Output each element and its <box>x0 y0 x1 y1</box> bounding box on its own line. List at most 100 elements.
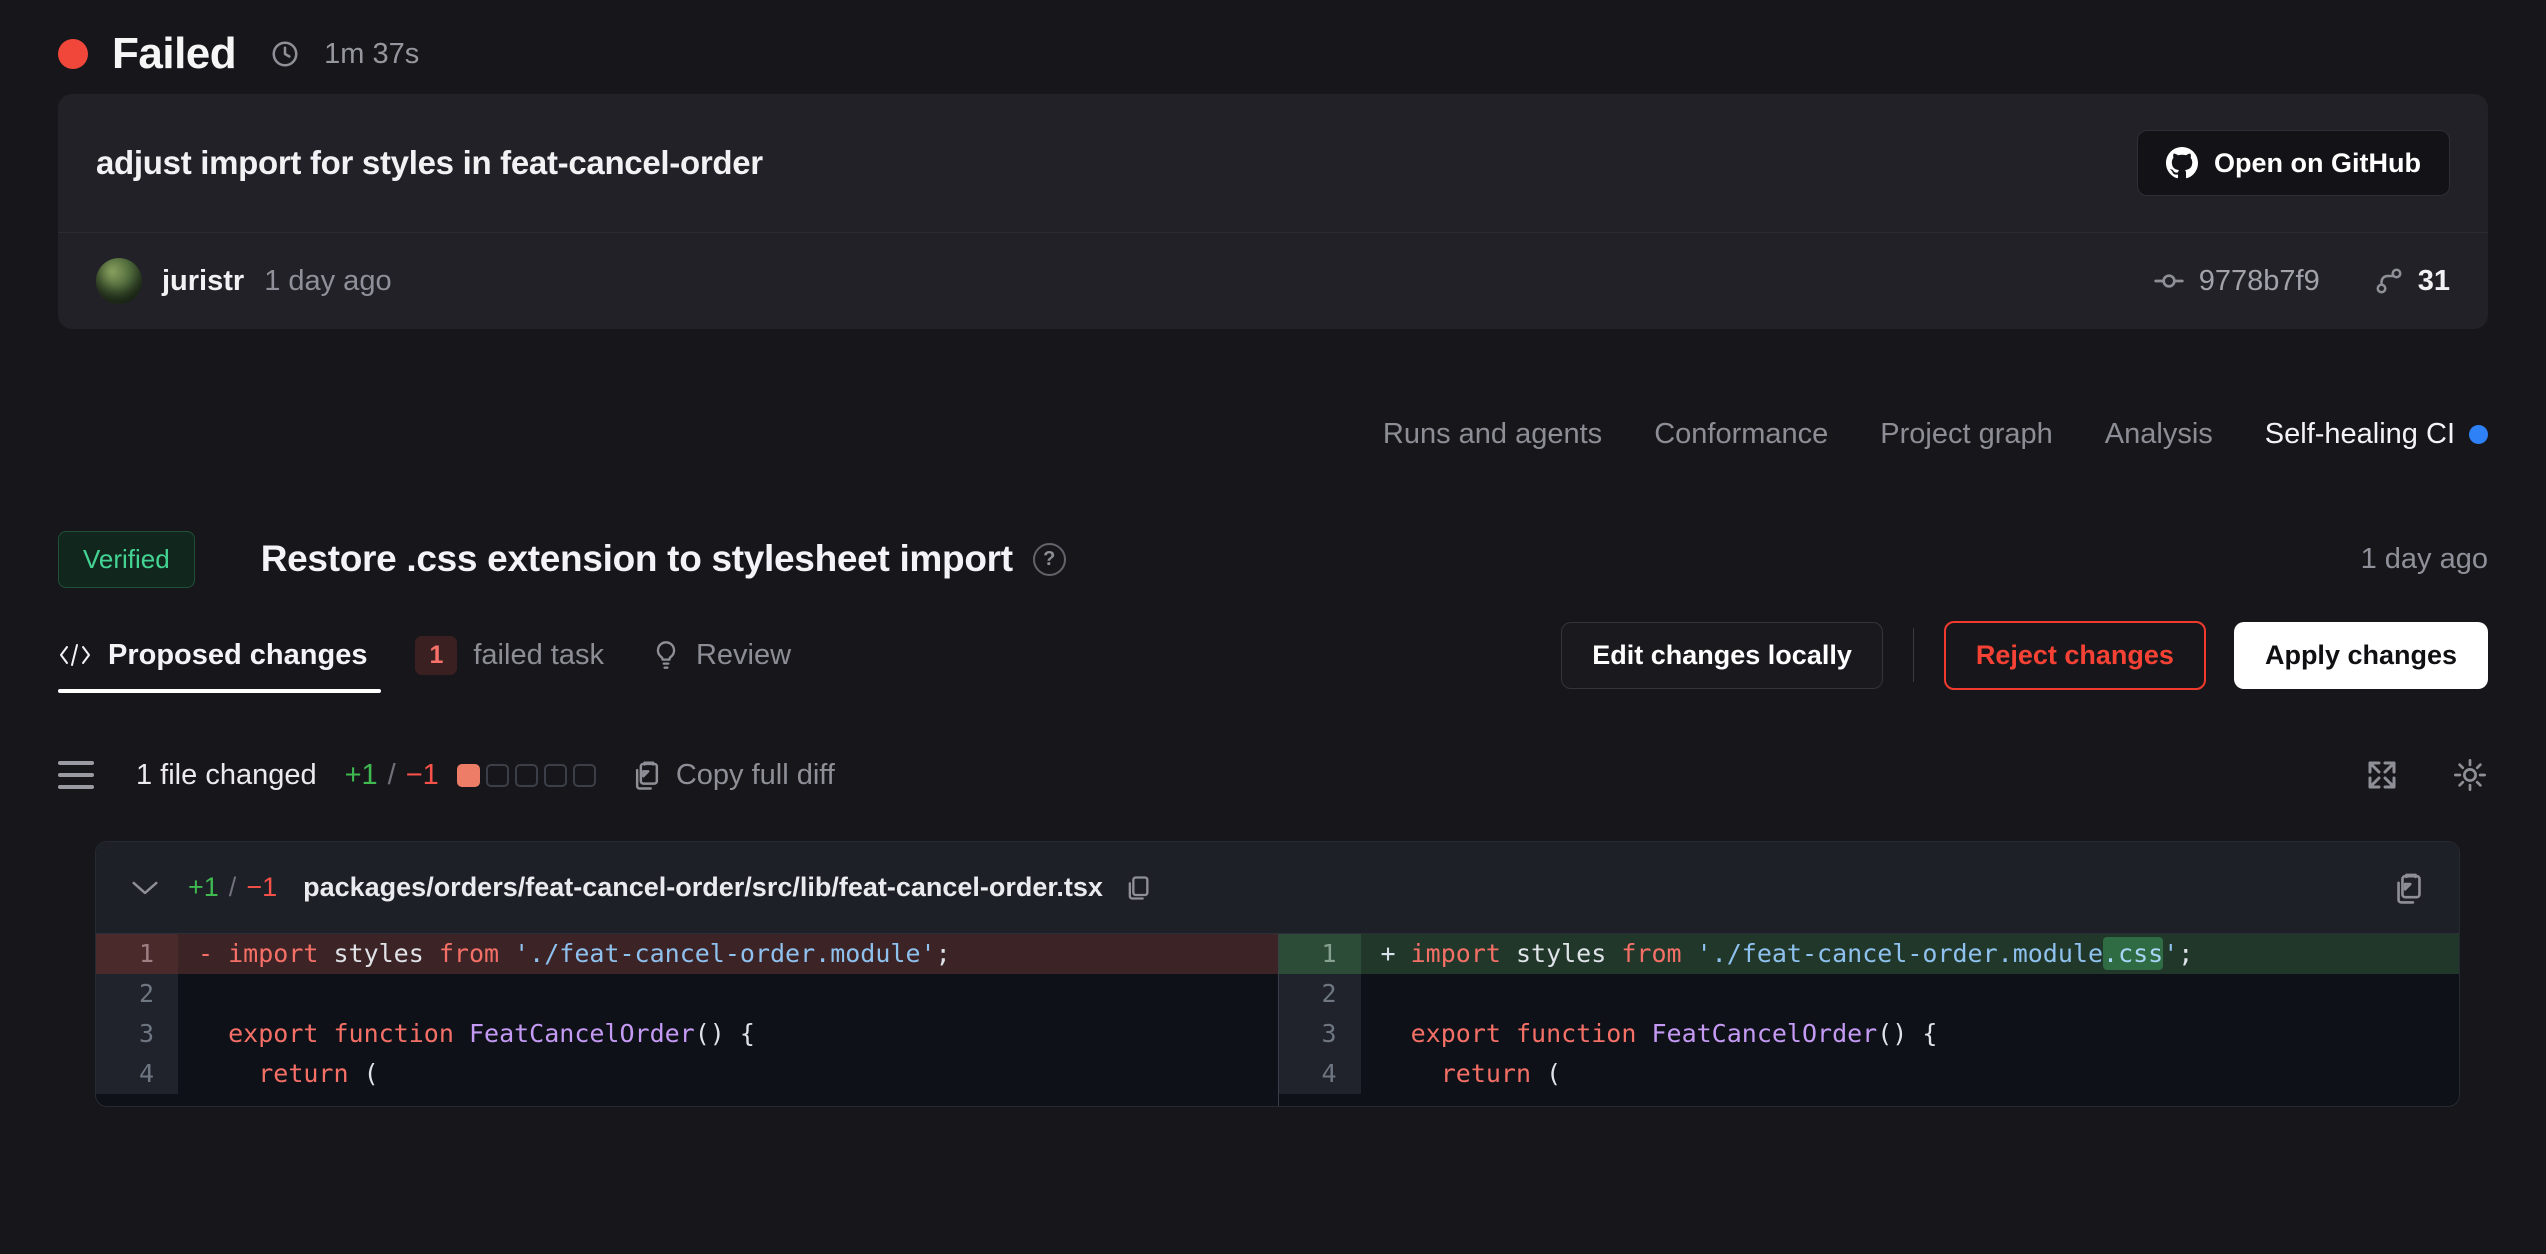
line-number: 4 <box>96 1054 178 1094</box>
commit-author-group: juristr 1 day ago <box>96 258 392 304</box>
diff-row: 2 <box>96 974 1278 1014</box>
author-avatar[interactable] <box>96 258 142 304</box>
diff-row: 2 <box>1279 974 2460 1014</box>
diff-toolbar: 1 file changed +1 / −1 Copy full diff <box>58 751 2488 799</box>
tab-failed-task-label: failed task <box>473 639 604 672</box>
diffstat-block <box>457 764 480 787</box>
edit-changes-locally-button[interactable]: Edit changes locally <box>1561 622 1883 689</box>
diffstat-block <box>515 764 538 787</box>
diff-row: 3 export function FeatCancelOrder() { <box>96 1014 1278 1054</box>
clock-icon <box>270 39 300 69</box>
diffstat-blocks <box>457 764 596 787</box>
diff-file-header: +1 / −1 packages/orders/feat-cancel-orde… <box>96 842 2459 934</box>
code-icon <box>58 642 92 668</box>
commit-card: adjust import for styles in feat-cancel-… <box>58 94 2488 329</box>
diff-pane-after: 1+ import styles from './feat-cancel-ord… <box>1278 934 2460 1106</box>
diffstat-block <box>486 764 509 787</box>
chevron-down-icon[interactable] <box>130 878 160 898</box>
line-number: 3 <box>96 1014 178 1054</box>
open-on-github-label: Open on GitHub <box>2214 148 2421 179</box>
copy-path-icon[interactable] <box>1125 874 1151 902</box>
tab-review[interactable]: Review <box>652 617 791 693</box>
run-status-label: Failed <box>112 29 236 79</box>
commit-title: adjust import for styles in feat-cancel-… <box>96 144 763 182</box>
commit-refs-group: 9778b7f9 31 <box>2153 265 2450 298</box>
stat-separator: / <box>388 759 396 792</box>
diff-row: 1+ import styles from './feat-cancel-ord… <box>1279 934 2460 974</box>
tab-proposed-changes-label: Proposed changes <box>108 639 367 672</box>
diff-settings-gear-icon[interactable] <box>2452 757 2488 793</box>
line-number: 2 <box>96 974 178 1014</box>
code-line <box>1361 974 2460 1014</box>
tab-review-label: Review <box>696 639 791 672</box>
line-number: 2 <box>1279 974 1361 1014</box>
tab-failed-task[interactable]: 1 failed task <box>415 617 603 693</box>
copy-file-diff-icon[interactable] <box>2393 871 2425 905</box>
fix-time: 1 day ago <box>2361 543 2488 576</box>
line-number: 3 <box>1279 1014 1361 1054</box>
failed-status-dot <box>58 39 88 69</box>
expand-fullscreen-icon[interactable] <box>2364 757 2400 793</box>
file-deletions: −1 <box>246 872 277 903</box>
page: Failed 1m 37s adjust import for styles i… <box>0 0 2546 1107</box>
branch-count-group[interactable]: 31 <box>2374 265 2450 298</box>
fix-title: Restore .css extension to stylesheet imp… <box>261 538 1013 580</box>
clipboard-copy-icon <box>632 759 662 791</box>
nav-item-project-graph[interactable]: Project graph <box>1880 418 2053 451</box>
commit-title-row: adjust import for styles in feat-cancel-… <box>58 94 2488 232</box>
code-line <box>178 974 1278 1014</box>
commit-hash: 9778b7f9 <box>2199 265 2320 298</box>
file-stat-separator: / <box>229 872 237 903</box>
code-line: export function FeatCancelOrder() { <box>1361 1014 2460 1054</box>
files-changed-summary: 1 file changed <box>136 759 317 792</box>
file-additions: +1 <box>188 872 219 903</box>
fix-actions: Edit changes locally Reject changes Appl… <box>1561 621 2488 690</box>
diff-row: 4 return ( <box>96 1054 1278 1094</box>
commit-meta-row: juristr 1 day ago 9778b7f9 31 <box>58 232 2488 329</box>
nav-item-conformance[interactable]: Conformance <box>1654 418 1828 451</box>
apply-changes-button[interactable]: Apply changes <box>2234 622 2488 689</box>
tab-proposed-changes[interactable]: Proposed changes <box>58 617 367 693</box>
diff-toolbar-right <box>2364 757 2488 793</box>
commit-hash-group[interactable]: 9778b7f9 <box>2153 265 2320 298</box>
nav-item-runs-and-agents[interactable]: Runs and agents <box>1383 418 1602 451</box>
code-line: - import styles from './feat-cancel-orde… <box>178 934 1278 974</box>
tabs-row: Proposed changes 1 failed task Review Ed… <box>58 617 2488 693</box>
run-duration: 1m 37s <box>324 38 419 71</box>
nav-item-label: Project graph <box>1880 418 2053 451</box>
branch-count: 31 <box>2418 265 2450 298</box>
active-tab-indicator-dot <box>2469 425 2488 444</box>
line-number: 1 <box>96 934 178 974</box>
copy-full-diff-label: Copy full diff <box>676 759 835 792</box>
open-on-github-button[interactable]: Open on GitHub <box>2137 130 2450 196</box>
run-status-header: Failed 1m 37s <box>58 0 2488 60</box>
line-number: 4 <box>1279 1054 1361 1094</box>
diff-row: 4 return ( <box>1279 1054 2460 1094</box>
failed-task-count-badge: 1 <box>415 636 457 675</box>
file-path: packages/orders/feat-cancel-order/src/li… <box>303 872 1103 903</box>
code-line: return ( <box>178 1054 1278 1094</box>
nav-item-self-healing-ci[interactable]: Self-healing CI <box>2265 418 2488 451</box>
commit-time: 1 day ago <box>264 265 391 298</box>
diff-row: 3 export function FeatCancelOrder() { <box>1279 1014 2460 1054</box>
nav-item-analysis[interactable]: Analysis <box>2105 418 2213 451</box>
tabs: Proposed changes 1 failed task Review <box>58 617 791 693</box>
help-icon[interactable] <box>1033 543 1066 576</box>
diff-file-card: +1 / −1 packages/orders/feat-cancel-orde… <box>95 841 2460 1107</box>
git-commit-icon <box>2153 265 2185 297</box>
deletions-count: −1 <box>406 759 439 792</box>
nav-item-label: Self-healing CI <box>2265 418 2455 451</box>
reject-changes-button[interactable]: Reject changes <box>1944 621 2206 690</box>
file-list-menu-icon[interactable] <box>58 761 94 789</box>
git-branch-icon <box>2374 266 2404 296</box>
code-line: return ( <box>1361 1054 2460 1094</box>
diffstat-text: +1 / −1 <box>345 759 439 792</box>
github-icon <box>2166 147 2198 179</box>
diff-row: 1- import styles from './feat-cancel-ord… <box>96 934 1278 974</box>
diff-pane-before: 1- import styles from './feat-cancel-ord… <box>96 934 1278 1106</box>
author-name[interactable]: juristr <box>162 265 244 298</box>
lightbulb-icon <box>652 640 680 670</box>
nav-item-label: Analysis <box>2105 418 2213 451</box>
copy-full-diff-button[interactable]: Copy full diff <box>632 759 835 792</box>
code-line: export function FeatCancelOrder() { <box>178 1014 1278 1054</box>
